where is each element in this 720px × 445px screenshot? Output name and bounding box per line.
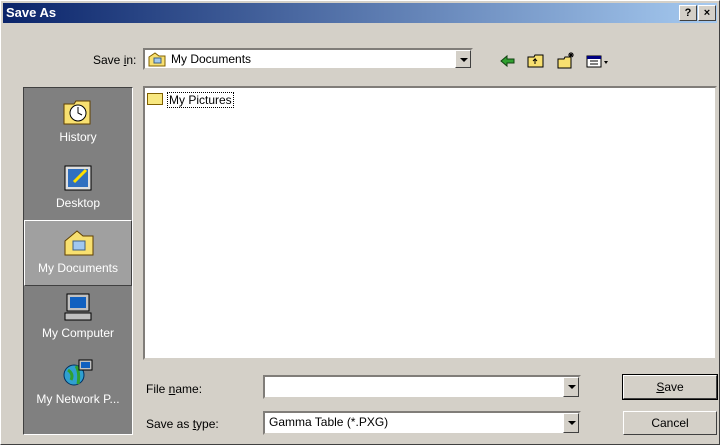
desktop-icon [62,162,94,192]
save-in-dropdown[interactable]: My Documents [143,48,473,70]
places-bar: History Desktop My Documents My Computer… [23,87,133,435]
save-as-dialog: Save As ? × Save in: My Documents Histor… [0,0,720,445]
up-folder-icon[interactable] [526,51,546,71]
file-name-input[interactable] [263,375,581,399]
save-in-value: My Documents [171,52,252,66]
title-bar[interactable]: Save As ? × [3,3,717,23]
cancel-button[interactable]: Cancel [623,411,717,435]
save-in-label: Save in: [93,53,137,67]
places-my-documents[interactable]: My Documents [24,220,132,286]
places-my-computer[interactable]: My Computer [24,286,132,352]
places-history[interactable]: History [24,90,132,156]
save-in-dropdown-arrow[interactable] [455,50,471,68]
places-desktop[interactable]: Desktop [24,156,132,222]
places-my-network[interactable]: My Network P... [24,352,132,418]
history-icon [62,96,94,126]
save-as-type-dropdown-arrow[interactable] [563,413,579,433]
my-network-places-icon [62,358,94,388]
file-name-label: File name: [146,382,203,396]
dialog-title: Save As [6,5,57,20]
help-button[interactable]: ? [679,5,697,21]
save-as-type-dropdown[interactable]: Gamma Table (*.PXG) [263,411,581,435]
file-name: My Pictures [167,92,234,108]
save-as-type-label: Save as type: [146,417,219,431]
my-computer-icon [62,292,94,322]
save-button[interactable]: Save [622,374,718,400]
back-icon[interactable] [498,51,518,71]
save-as-type-value: Gamma Table (*.PXG) [269,415,389,429]
folder-icon [147,93,163,105]
file-list[interactable]: My Pictures [143,86,717,360]
my-documents-icon [63,227,95,257]
new-folder-icon[interactable] [556,51,576,71]
close-button[interactable]: × [698,5,716,21]
file-name-dropdown-arrow[interactable] [563,377,579,397]
view-menu-icon[interactable] [585,51,611,71]
my-documents-small-icon [148,51,166,67]
